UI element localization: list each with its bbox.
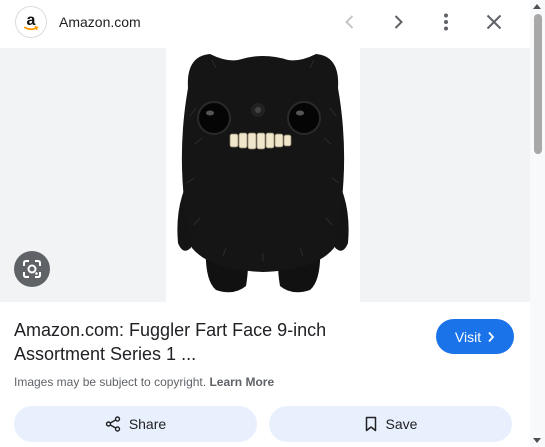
product-image[interactable] [166,48,360,302]
image-area [0,48,530,302]
next-button[interactable] [384,8,412,36]
share-icon [105,416,121,432]
close-button[interactable] [480,8,508,36]
more-options-button[interactable] [432,8,460,36]
result-title[interactable]: Amazon.com: Fuggler Fart Face 9-inch Ass… [14,318,414,366]
chevron-right-icon [488,331,495,342]
logo-letter: a [27,12,36,29]
amazon-logo-icon[interactable]: a [15,6,47,38]
chevron-right-icon [394,15,403,29]
save-label: Save [385,416,418,432]
share-button[interactable]: Share [14,406,257,442]
fuggler-plush-picture [177,54,349,293]
panel-header: a Amazon.com [0,0,530,44]
scrollbar-thumb[interactable] [534,14,542,154]
close-icon [486,14,502,30]
share-label: Share [128,416,167,432]
bookmark-icon [365,416,376,432]
google-lens-button[interactable] [14,251,50,287]
copyright-text: Images may be subject to copyright. [14,375,207,389]
visit-button[interactable]: Visit [436,319,514,354]
scroll-up-arrow-icon[interactable] [533,4,541,9]
copyright-notice: Images may be subject to copyright. Lear… [14,375,274,389]
image-preview-panel: a Amazon.com Amazon.com: Fuggler Fart Fa… [0,0,545,447]
google-lens-icon [23,260,41,278]
chevron-left-icon [345,15,354,29]
learn-more-link[interactable]: Learn More [209,375,274,389]
scroll-down-arrow-icon[interactable] [533,438,541,443]
site-name[interactable]: Amazon.com [59,14,141,30]
scrollbar[interactable] [530,0,545,447]
save-button[interactable]: Save [269,406,512,442]
previous-button[interactable] [336,8,364,36]
more-vert-icon [444,13,448,31]
visit-label: Visit [454,328,482,345]
